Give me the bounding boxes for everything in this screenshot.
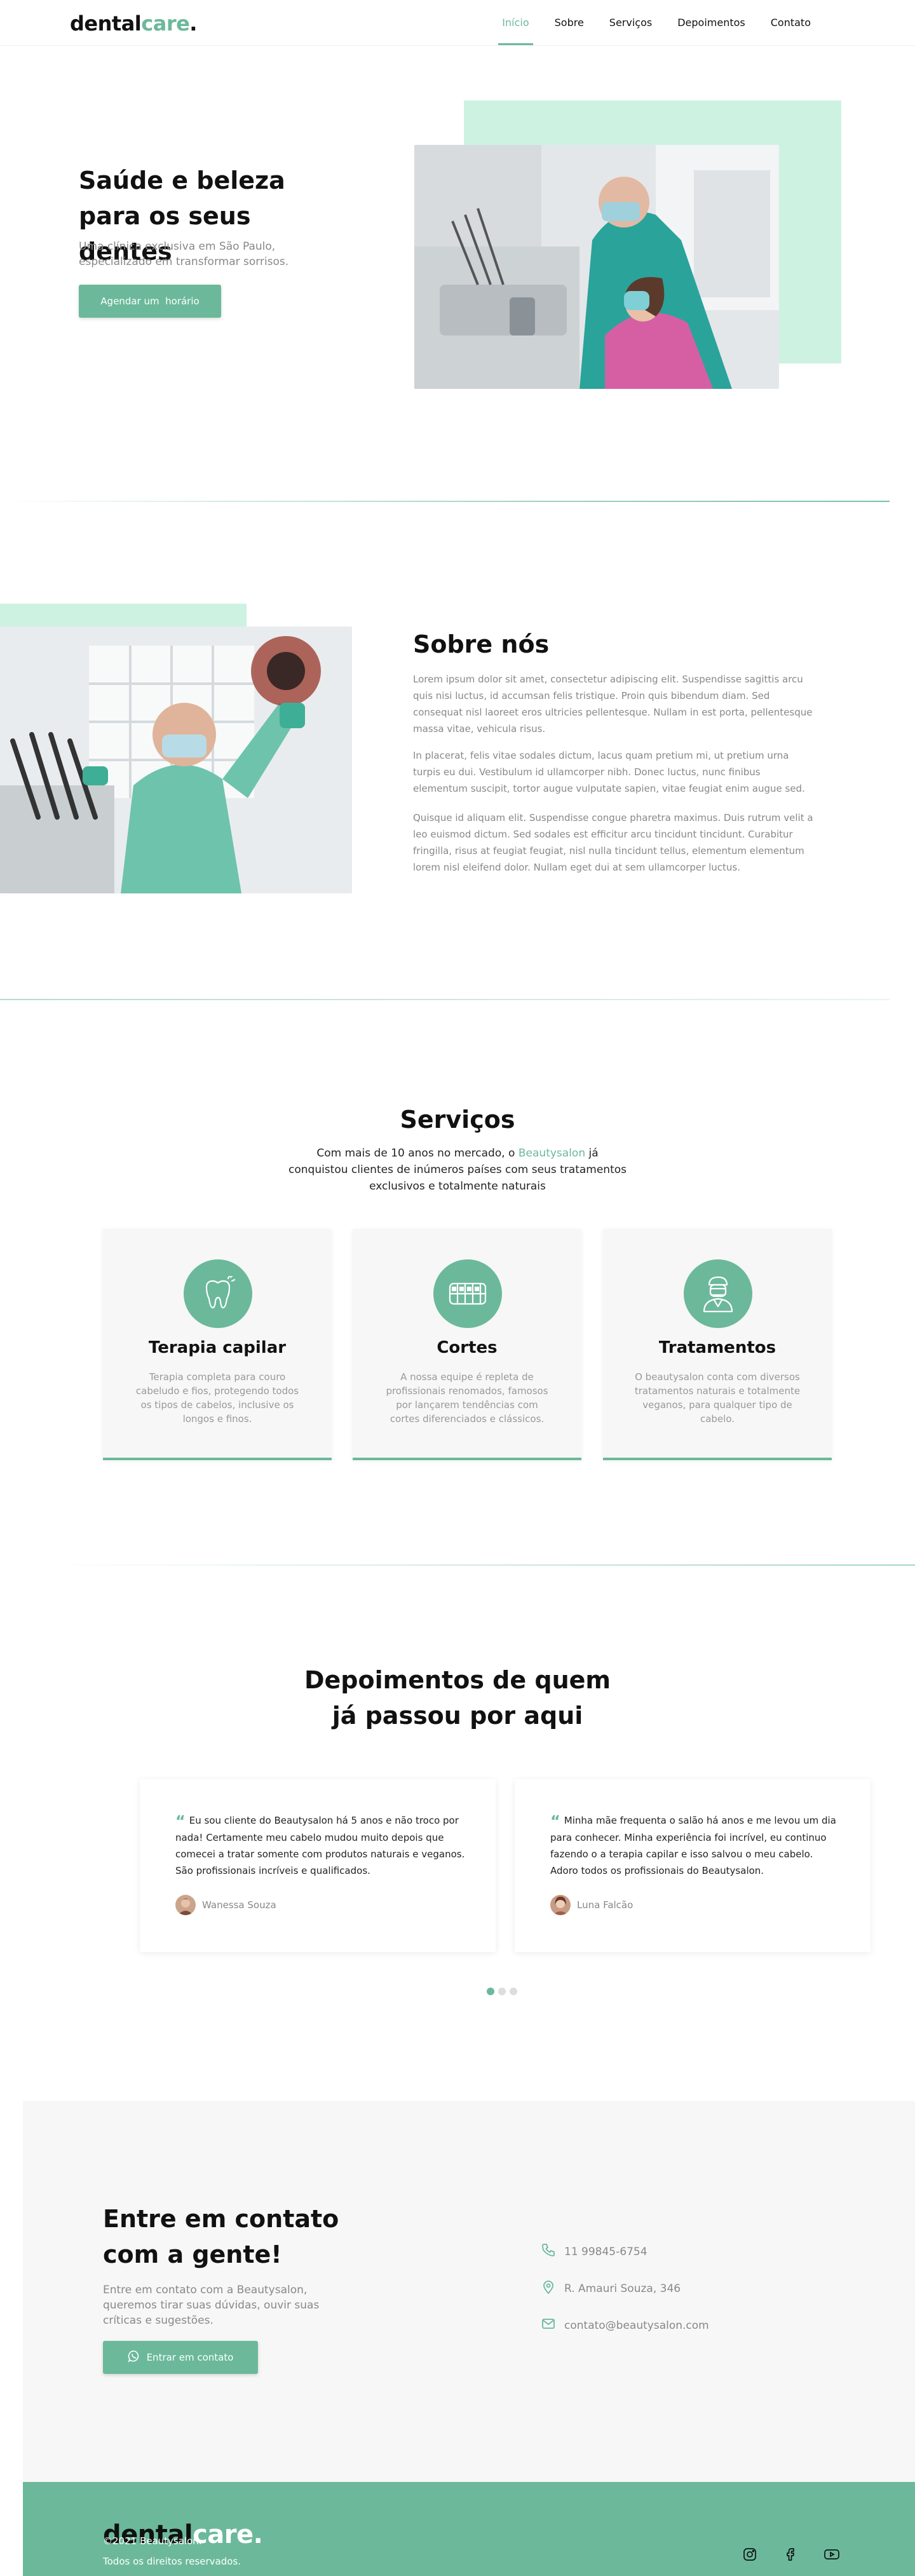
nav-depoimentos[interactable]: Depoimentos: [677, 17, 745, 29]
contact-subtitle: Entre em contato com a Beautysalon, quer…: [103, 2284, 320, 2327]
schedule-button-label: Agendar um horário: [100, 295, 200, 307]
testimonial-author: Luna Falcão: [550, 1895, 633, 1915]
teeth-braces-icon: [433, 1259, 502, 1328]
main-nav: Início Sobre Serviços Depoimentos Contat…: [498, 17, 811, 45]
site-header: dentalcare. Início Sobre Serviços Depoim…: [0, 0, 915, 46]
nav-sobre[interactable]: Sobre: [555, 17, 584, 29]
instagram-icon[interactable]: [742, 2547, 757, 2565]
footer-copyright-line: ©2021 Beautysalon.: [103, 2535, 202, 2547]
tooth-icon: [184, 1259, 252, 1328]
about-paragraph: Quisque id aliquam elit. Suspendisse con…: [413, 812, 813, 873]
quote-icon: “: [175, 1812, 186, 1830]
services-subtitle-text: Com mais de 10 anos no mercado, o: [316, 1147, 518, 1160]
youtube-icon[interactable]: [824, 2547, 840, 2565]
logo-dot: .: [189, 11, 197, 36]
nav-inicio[interactable]: Início: [498, 17, 534, 45]
testimonial-card: “Minha mãe frequenta o salão há anos e m…: [515, 1779, 871, 1952]
services-brand: Beautysalon: [518, 1147, 586, 1160]
footer-rights: Todos os direitos reservados.: [103, 2556, 241, 2567]
schedule-button[interactable]: Agendar um horário: [79, 285, 221, 318]
testimonial-author: Wanessa Souza: [175, 1895, 276, 1915]
whatsapp-icon: [128, 2350, 140, 2365]
carousel-dots: [487, 1988, 517, 1995]
service-card[interactable]: Cortes A nossa equipe é repleta de profi…: [353, 1229, 581, 1460]
testimonial-quote: “Eu sou cliente do Beautysalon há 5 anos…: [175, 1812, 468, 1879]
contact-phone-text: 11 99845-6754: [564, 2245, 647, 2258]
logo[interactable]: dentalcare.: [70, 11, 197, 36]
contact-email[interactable]: contato@beautysalon.com: [541, 2317, 709, 2334]
logo-accent-text: care: [141, 11, 190, 36]
section-divider: [0, 501, 890, 502]
about-title: Sobre nós: [413, 630, 550, 658]
testimonial-quote: “Minha mãe frequenta o salão há anos e m…: [550, 1812, 843, 1879]
dentist-icon: [684, 1259, 752, 1328]
carousel-dot[interactable]: [487, 1988, 494, 1995]
author-name: Luna Falcão: [577, 1899, 634, 1911]
nav-servicos[interactable]: Serviços: [609, 17, 652, 29]
contact-button[interactable]: Entrar em contato: [103, 2341, 258, 2374]
footer-logo-dot: .: [253, 2520, 263, 2549]
phone-icon: [541, 2243, 555, 2260]
avatar: [550, 1895, 571, 1915]
testimonial-card: “Eu sou cliente do Beautysalon há 5 anos…: [140, 1779, 496, 1952]
author-name: Wanessa Souza: [202, 1899, 276, 1911]
avatar: [175, 1895, 196, 1915]
testimonial-text: Minha mãe frequenta o salão há anos e me…: [550, 1815, 836, 1876]
about-paragraph: In placerat, felis vitae sodales dictum,…: [413, 750, 805, 794]
contact-address[interactable]: R. Amauri Souza, 346: [541, 2280, 681, 2297]
contact-phone[interactable]: 11 99845-6754: [541, 2243, 647, 2260]
hero-subtitle: Uma clínica exclusiva em São Paulo, espe…: [79, 240, 289, 268]
contact-email-text: contato@beautysalon.com: [564, 2319, 709, 2332]
contact-address-text: R. Amauri Souza, 346: [564, 2282, 681, 2295]
carousel-dot[interactable]: [510, 1988, 517, 1995]
service-card-text: Terapia completa para couro cabeludo e f…: [135, 1371, 299, 1425]
hero-dentist-photo: [414, 145, 779, 389]
carousel-dot[interactable]: [498, 1988, 506, 1995]
service-card-title: Tratamentos: [658, 1338, 776, 1357]
quote-icon: “: [550, 1812, 560, 1830]
service-card-title: Cortes: [437, 1338, 498, 1357]
section-divider: [0, 999, 890, 1000]
social-links: [742, 2547, 840, 2565]
logo-main-text: dental: [70, 11, 142, 36]
location-pin-icon: [541, 2280, 555, 2297]
facebook-icon[interactable]: [783, 2547, 798, 2565]
about-paragraph: Lorem ipsum dolor sit amet, consectetur …: [413, 674, 813, 735]
service-card-text: A nossa equipe é repleta de profissionai…: [386, 1371, 548, 1425]
contact-button-label: Entrar em contato: [146, 2352, 234, 2363]
services-title: Serviços: [400, 1106, 515, 1134]
services-subtitle: Com mais de 10 anos no mercado, o Beauty…: [286, 1145, 629, 1195]
service-card-title: Terapia capilar: [148, 1338, 287, 1357]
testimonials-title: Depoimentos de quem já passou por aqui: [304, 1666, 611, 1730]
contact-title: Entre em contato com a gente!: [103, 2205, 339, 2268]
section-divider: [38, 1564, 915, 1566]
service-card[interactable]: Tratamentos O beautysalon conta com dive…: [603, 1229, 832, 1460]
service-card[interactable]: Terapia capilar Terapia completa para co…: [103, 1229, 332, 1460]
service-card-text: O beautysalon conta com diversos tratame…: [634, 1371, 801, 1425]
testimonial-text: Eu sou cliente do Beautysalon há 5 anos …: [175, 1815, 465, 1876]
mail-icon: [541, 2317, 555, 2334]
nav-contato[interactable]: Contato: [771, 17, 811, 29]
about-dentist-photo: [0, 627, 352, 893]
